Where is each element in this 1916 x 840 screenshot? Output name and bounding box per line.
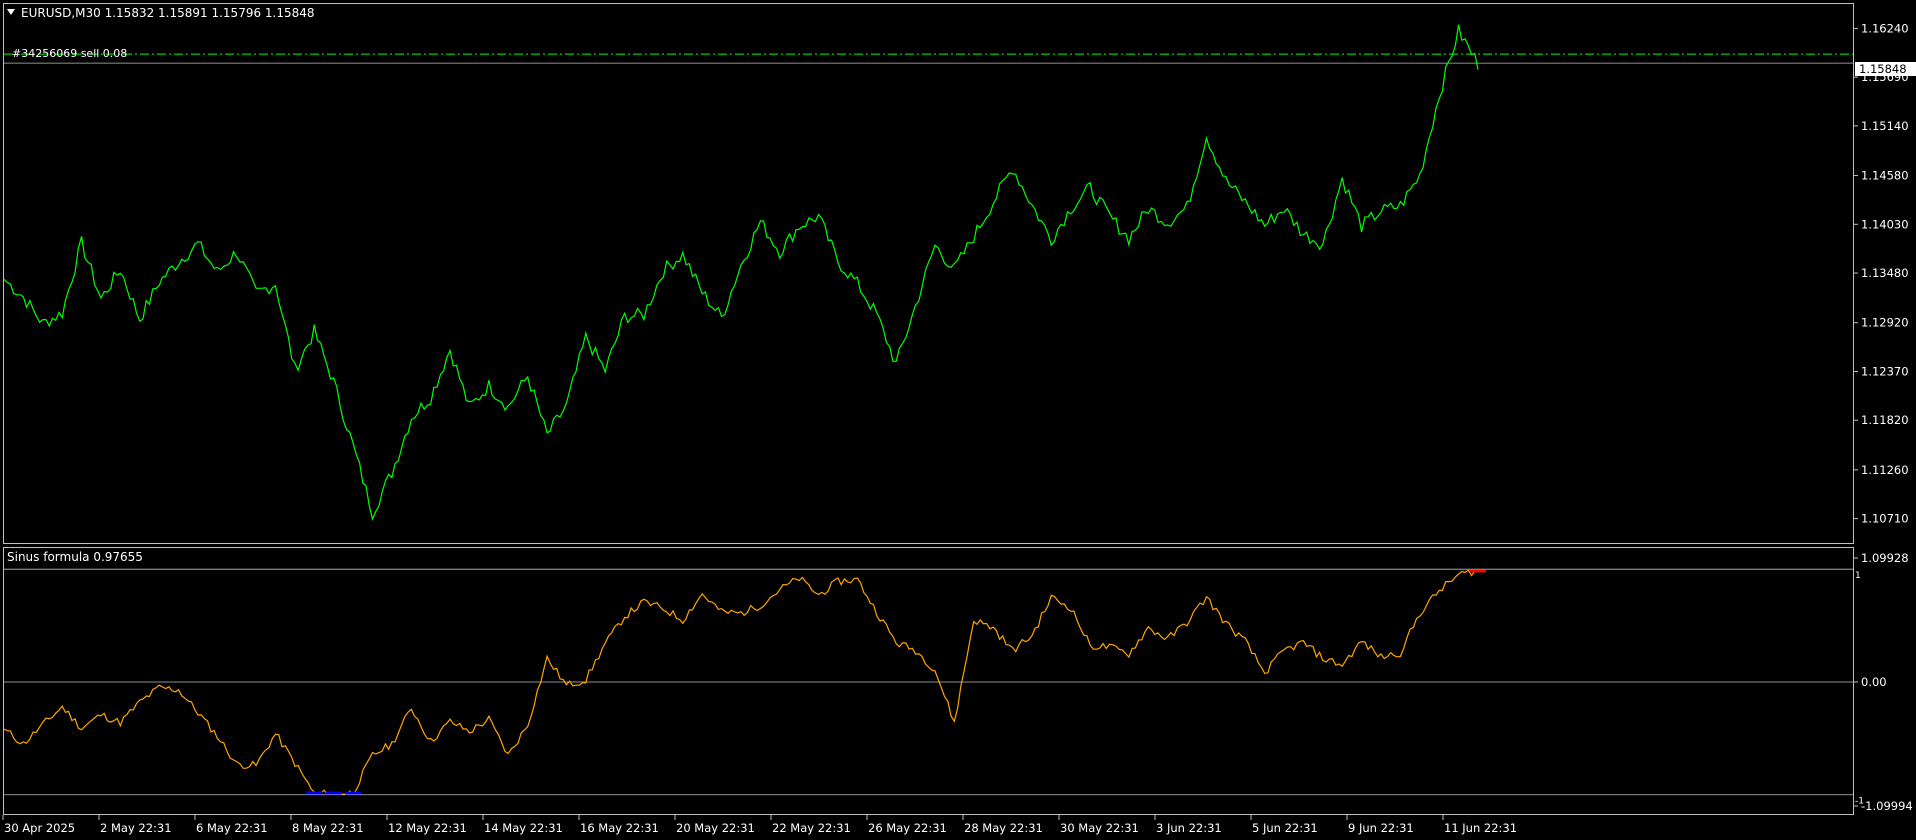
time-tick-label: 30 Apr 2025 [4, 821, 75, 835]
time-tick-label: 22 May 22:31 [772, 821, 851, 835]
time-tick-label: 2 May 22:31 [100, 821, 172, 835]
time-tick-label: 6 May 22:31 [196, 821, 268, 835]
price-tick-label: 1.12370 [1861, 364, 1909, 378]
time-tick-label: 5 Jun 22:31 [1252, 821, 1318, 835]
indicator-tick-label: -1.09994 [1861, 799, 1913, 813]
time-tick-label: 30 May 22:31 [1060, 821, 1139, 835]
price-tick-label: 1.14030 [1861, 217, 1909, 231]
time-tick-label: 16 May 22:31 [580, 821, 659, 835]
indicator-label: Sinus formula 0.97655 [7, 550, 143, 564]
price-tick-label: 1.11260 [1861, 463, 1909, 477]
price-tick-label: 1.15140 [1861, 119, 1909, 133]
order-label[interactable]: #34256069 sell 0.08 [12, 47, 127, 60]
indicator-tick-label: 0.00 [1861, 675, 1887, 689]
chart-background [0, 0, 1916, 840]
price-tick-label: 1.16240 [1861, 21, 1909, 35]
time-tick-label: 12 May 22:31 [388, 821, 467, 835]
price-tick-label: 1.10710 [1861, 512, 1909, 526]
time-tick-label: 3 Jun 22:31 [1156, 821, 1222, 835]
chart-window[interactable]: 1.162401.156901.151401.145801.140301.134… [0, 0, 1916, 840]
price-tick-label: 1.13480 [1861, 266, 1909, 280]
time-tick-label: 14 May 22:31 [484, 821, 563, 835]
time-tick-label: 11 Jun 22:31 [1444, 821, 1517, 835]
time-tick-label: 9 Jun 22:31 [1348, 821, 1414, 835]
price-tick-label: 1.11820 [1861, 413, 1909, 427]
indicator-side-label: 1 [1855, 571, 1861, 581]
price-tag: 1.15848 [1855, 62, 1916, 76]
price-tag-text: 1.15848 [1859, 62, 1907, 76]
time-tick-label: 20 May 22:31 [676, 821, 755, 835]
time-tick-label: 8 May 22:31 [292, 821, 364, 835]
symbol-title: EURUSD,M30 1.15832 1.15891 1.15796 1.158… [21, 6, 315, 20]
time-tick-label: 28 May 22:31 [964, 821, 1043, 835]
time-tick-label: 26 May 22:31 [868, 821, 947, 835]
price-tick-label: 1.14580 [1861, 169, 1909, 183]
indicator-tick-label: 1.09928 [1861, 551, 1909, 565]
indicator-side-label: -1 [1855, 797, 1864, 807]
price-tick-label: 1.12920 [1861, 316, 1909, 330]
